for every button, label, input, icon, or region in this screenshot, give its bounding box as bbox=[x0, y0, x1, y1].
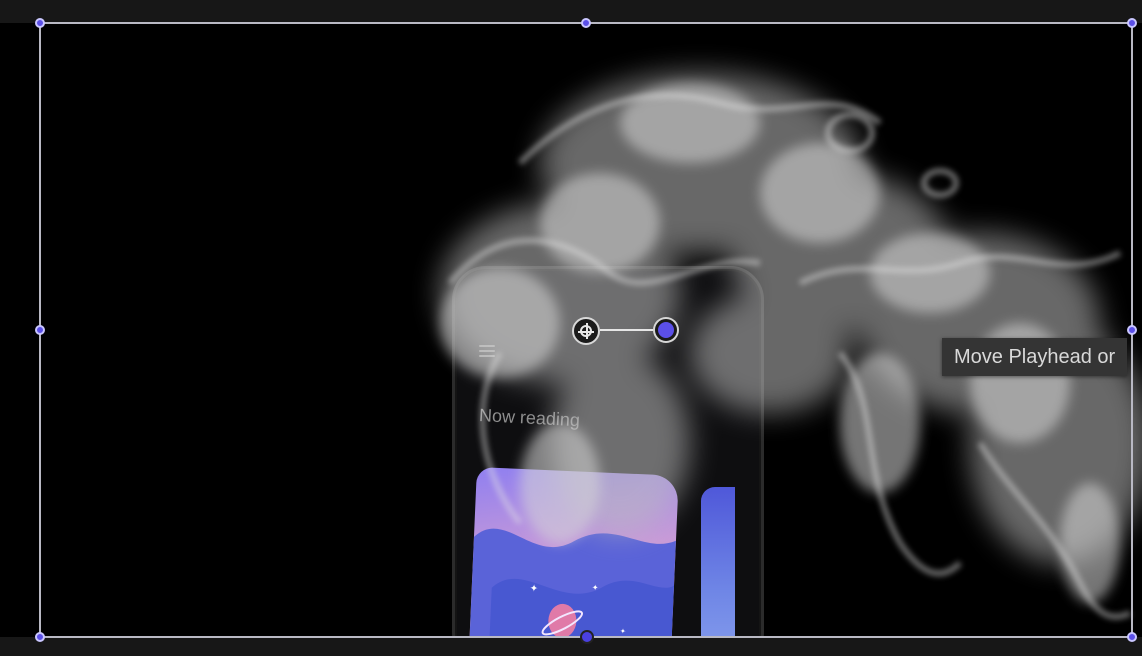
rotation-handle-icon[interactable] bbox=[655, 319, 677, 341]
viewer-canvas[interactable]: Now reading ✦ ✦ ✦ ✦ bbox=[0, 23, 1142, 637]
handle-top-left[interactable] bbox=[35, 18, 45, 28]
viewer-top-bar bbox=[0, 0, 1142, 23]
book-cover-card: ✦ ✦ ✦ ✦ bbox=[467, 467, 679, 637]
handle-top-right[interactable] bbox=[1127, 18, 1137, 28]
phone-screen: Now reading ✦ ✦ ✦ ✦ bbox=[457, 271, 759, 637]
svg-text:✦: ✦ bbox=[592, 583, 599, 592]
handle-bottom-center[interactable] bbox=[580, 630, 594, 644]
handle-top-center[interactable] bbox=[581, 18, 591, 28]
svg-text:✦: ✦ bbox=[529, 583, 538, 594]
book-cover-illustration: ✦ ✦ ✦ ✦ bbox=[467, 528, 676, 637]
phone-mockup: Now reading ✦ ✦ ✦ ✦ bbox=[452, 266, 764, 637]
rotation-arm bbox=[600, 329, 656, 331]
now-reading-title: Now reading bbox=[478, 405, 581, 431]
book-cover-card-secondary bbox=[701, 487, 735, 637]
hamburger-menu-icon bbox=[479, 345, 495, 357]
tooltip: Move Playhead or bbox=[942, 338, 1128, 376]
handle-bottom-right[interactable] bbox=[1127, 632, 1137, 642]
svg-text:✦: ✦ bbox=[620, 627, 626, 635]
handle-middle-right[interactable] bbox=[1127, 325, 1137, 335]
handle-middle-left[interactable] bbox=[35, 325, 45, 335]
handle-bottom-left[interactable] bbox=[35, 632, 45, 642]
anchor-point-icon[interactable] bbox=[572, 317, 600, 345]
viewer-bottom-bar bbox=[0, 637, 1142, 656]
